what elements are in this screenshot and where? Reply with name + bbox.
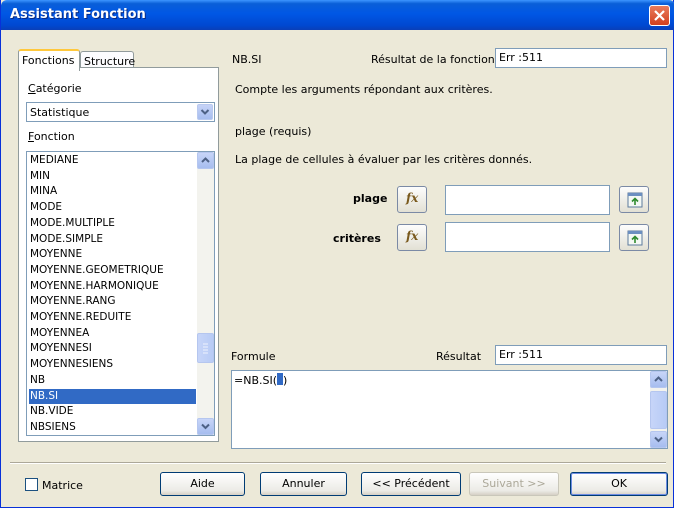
cancel-button-label: Annuler xyxy=(282,477,325,490)
formula-scroll-up-button[interactable] xyxy=(650,371,667,388)
close-icon xyxy=(654,10,665,21)
formula-result-field: Err :511 xyxy=(495,345,667,365)
help-button-label: Aide xyxy=(190,477,215,490)
category-label-text: atégorie xyxy=(35,82,82,95)
chevron-down-icon xyxy=(200,109,210,115)
fx-icon: fx xyxy=(406,229,419,243)
argument-input-criteres[interactable] xyxy=(445,222,610,252)
function-label: Fonction xyxy=(28,130,75,143)
category-select[interactable]: Statistique xyxy=(26,102,215,122)
cancel-button[interactable]: Annuler xyxy=(260,472,347,496)
formula-label: Formule xyxy=(231,350,276,363)
scroll-up-icon xyxy=(201,157,210,163)
ok-button-label: OK xyxy=(611,477,627,490)
shrink-button-plage[interactable] xyxy=(619,186,649,213)
previous-button[interactable]: << Précédent xyxy=(361,472,461,496)
window-title: Assistant Fonction xyxy=(10,7,146,22)
close-button[interactable] xyxy=(649,5,670,26)
category-selected-value: Statistique xyxy=(30,106,90,119)
fx-button-criteres[interactable]: fx xyxy=(397,224,427,251)
function-list-item[interactable]: NBSIENS xyxy=(29,420,196,435)
function-list-item[interactable]: MINA xyxy=(29,184,196,199)
footer-separator xyxy=(10,462,666,464)
help-button[interactable]: Aide xyxy=(160,472,245,496)
scroll-up-icon xyxy=(654,376,663,382)
function-result-value: Err :511 xyxy=(499,51,543,64)
scroll-thumb[interactable] xyxy=(197,333,214,363)
function-list-item[interactable]: MODE.MULTIPLE xyxy=(29,216,196,231)
formula-text: =NB.SI( xyxy=(234,374,278,387)
function-list-item[interactable]: NB.VIDE xyxy=(29,404,196,419)
function-list-item[interactable]: MODE.SIMPLE xyxy=(29,232,196,247)
title-bar: Assistant Fonction xyxy=(1,0,674,30)
function-list-scrollbar[interactable] xyxy=(197,152,214,435)
function-list-item[interactable]: MODE xyxy=(29,200,196,215)
category-dropdown-button[interactable] xyxy=(197,104,213,120)
function-list-item[interactable]: MOYENNE.GEOMETRIQUE xyxy=(29,263,196,278)
ok-button[interactable]: OK xyxy=(570,472,668,496)
scroll-down-icon xyxy=(654,436,663,443)
scroll-down-icon xyxy=(201,423,210,430)
tab-fonctions[interactable]: Fonctions xyxy=(18,49,80,71)
tab-fonctions-label: Fonctions xyxy=(22,54,75,67)
function-wizard-window: Assistant Fonction Fonctions Structure C… xyxy=(0,0,674,508)
formula-editor[interactable]: =NB.SI() xyxy=(231,370,668,449)
argument-label-plage: plage xyxy=(353,192,388,205)
category-label: Catégorie xyxy=(28,82,82,95)
fx-button-plage[interactable]: fx xyxy=(397,186,427,213)
formula-scroll-down-button[interactable] xyxy=(650,431,667,448)
matrix-checkbox[interactable] xyxy=(25,478,38,491)
shrink-button-criteres[interactable] xyxy=(619,224,649,251)
previous-button-label: << Précédent xyxy=(372,477,450,490)
function-list-item[interactable]: MOYENNE xyxy=(29,247,196,262)
next-button[interactable]: Suivant >> xyxy=(469,472,559,496)
function-result-field: Err :511 xyxy=(495,48,667,68)
argument-description: La plage de cellules à évaluer par les c… xyxy=(235,153,533,166)
formula-scroll-thumb[interactable] xyxy=(650,391,667,429)
function-label-text: onction xyxy=(33,130,75,143)
scroll-down-button[interactable] xyxy=(197,418,214,435)
function-list-item[interactable]: MOYENNE.HARMONIQUE xyxy=(29,279,196,294)
function-name: NB.SI xyxy=(232,53,262,66)
text-cursor xyxy=(277,373,284,385)
argument-title: plage (requis) xyxy=(235,125,312,138)
function-list-item[interactable]: MOYENNESI xyxy=(29,341,196,356)
function-description: Compte les arguments répondant aux critè… xyxy=(235,83,493,96)
function-listbox[interactable]: MEDIANE MIN MINA MODE MODE.MULTIPLE MODE.SIMP… xyxy=(26,151,215,436)
formula-scrollbar[interactable] xyxy=(650,371,667,448)
next-button-label: Suivant >> xyxy=(482,477,546,490)
scroll-up-button[interactable] xyxy=(197,152,214,169)
shrink-dialog-icon xyxy=(627,230,643,246)
function-list-item[interactable]: MOYENNESIENS xyxy=(29,357,196,372)
function-list-item[interactable]: MEDIANE xyxy=(29,153,196,168)
argument-input-plage[interactable] xyxy=(445,185,610,215)
function-list-item[interactable]: NB xyxy=(29,373,196,388)
function-result-label: Résultat de la fonction xyxy=(371,53,495,66)
matrix-label: Matrice xyxy=(42,479,83,492)
shrink-dialog-icon xyxy=(627,192,643,208)
function-list-item[interactable]: NB.SI xyxy=(29,388,196,404)
function-list-item[interactable]: MOYENNE.REDUITE xyxy=(29,310,196,325)
fx-icon: fx xyxy=(406,191,419,205)
formula-result-value: Err :511 xyxy=(499,348,543,361)
argument-label-criteres: critères xyxy=(333,232,381,245)
function-list-item[interactable]: MOYENNE.RANG xyxy=(29,294,196,309)
function-list-item[interactable]: MOYENNEA xyxy=(29,326,196,341)
formula-result-label: Résultat xyxy=(436,350,482,363)
function-list-item[interactable]: MIN xyxy=(29,169,196,184)
